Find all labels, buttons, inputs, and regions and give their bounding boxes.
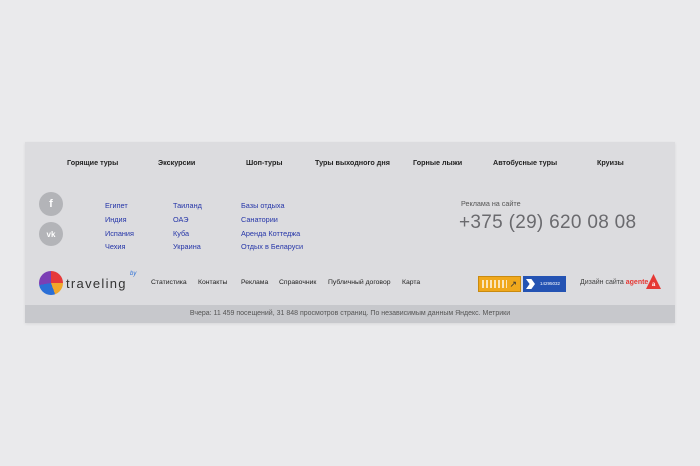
- top-nav: Горящие туры Экскурсии Шоп-туры Туры вых…: [25, 158, 675, 172]
- vk-icon[interactable]: vk: [39, 222, 63, 246]
- nav-map[interactable]: Карта: [402, 279, 420, 286]
- stats-bar: Вчера: 11 459 посещений, 31 848 просмотр…: [25, 305, 675, 323]
- link-spain[interactable]: Испания: [105, 227, 134, 241]
- counter-logo-icon: [526, 279, 535, 289]
- counter-number: 14295032: [540, 281, 561, 286]
- facebook-icon[interactable]: f: [39, 192, 63, 216]
- link-uae[interactable]: ОАЭ: [173, 213, 202, 227]
- nav-cruises[interactable]: Круизы: [597, 158, 624, 167]
- logo-text: traveling: [66, 276, 127, 291]
- design-credit-prefix: Дизайн сайта: [580, 279, 624, 286]
- rating-badge[interactable]: ↗: [478, 276, 521, 292]
- site-footer: Горящие туры Экскурсии Шоп-туры Туры вых…: [25, 142, 675, 323]
- nav-hot-tours[interactable]: Горящие туры: [67, 158, 118, 167]
- counter-badge[interactable]: 14295032: [523, 276, 566, 292]
- link-cottage-rent[interactable]: Аренда Коттеджа: [241, 227, 303, 241]
- traveling-logo[interactable]: traveling by: [39, 269, 149, 299]
- link-thailand[interactable]: Таиланд: [173, 199, 202, 213]
- nav-public-contract[interactable]: Публичный договор: [328, 279, 391, 286]
- nav-bus-tours[interactable]: Автобусные туры: [493, 158, 557, 167]
- link-cuba[interactable]: Куба: [173, 227, 202, 241]
- ad-phone[interactable]: +375 (29) 620 08 08: [459, 212, 636, 234]
- nav-directory[interactable]: Справочник: [279, 279, 316, 286]
- logo-circle-icon: [39, 271, 63, 295]
- arrow-icon: ↗: [509, 279, 517, 289]
- link-ukraine[interactable]: Украина: [173, 240, 202, 254]
- logo-sup: by: [130, 271, 137, 277]
- links-column-3: Базы отдыха Санатории Аренда Коттеджа От…: [241, 199, 303, 254]
- link-recreation-bases[interactable]: Базы отдыха: [241, 199, 303, 213]
- nav-ski[interactable]: Горные лыжи: [413, 158, 462, 167]
- links-column-2: Таиланд ОАЭ Куба Украина: [173, 199, 202, 254]
- nav-excursions[interactable]: Экскурсии: [158, 158, 195, 167]
- nav-contacts[interactable]: Контакты: [198, 279, 227, 286]
- link-egypt[interactable]: Египет: [105, 199, 134, 213]
- ad-label: Реклама на сайте: [461, 199, 521, 208]
- rating-badge-pattern: [482, 280, 507, 288]
- design-credit-brand: agente: [625, 279, 649, 286]
- links-column-1: Египет Индия Испания Чехия: [105, 199, 134, 254]
- link-india[interactable]: Индия: [105, 213, 134, 227]
- design-credit[interactable]: Дизайн сайта agente: [580, 279, 648, 286]
- nav-shop-tours[interactable]: Шоп-туры: [246, 158, 282, 167]
- nav-statistics[interactable]: Статистика: [151, 279, 187, 286]
- link-czech[interactable]: Чехия: [105, 240, 134, 254]
- nav-weekend-tours[interactable]: Туры выходного дня: [315, 158, 390, 167]
- link-sanatoriums[interactable]: Санатории: [241, 213, 303, 227]
- link-belarus-rest[interactable]: Отдых в Беларуси: [241, 240, 303, 254]
- nav-advertising[interactable]: Реклама: [241, 279, 268, 286]
